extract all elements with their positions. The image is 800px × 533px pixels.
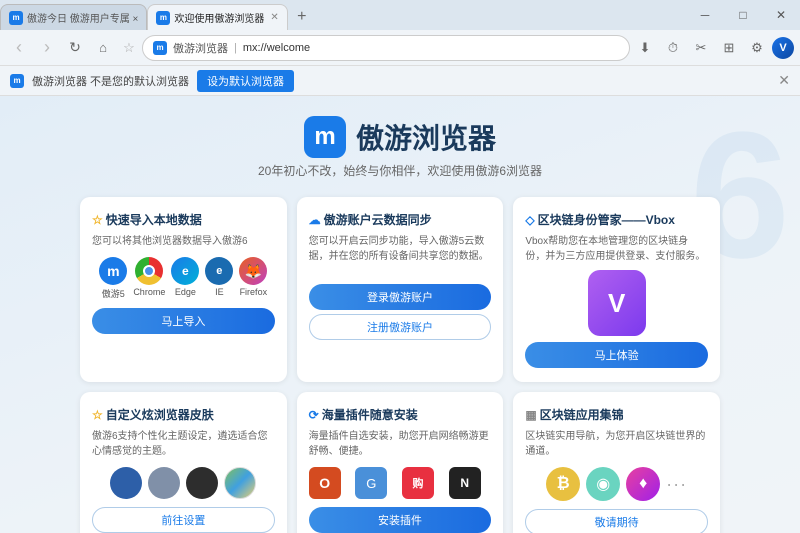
hero-section: m 傲游浏览器 20年初心不改，始终与你相伴，欢迎使用傲游6浏览器 xyxy=(0,96,800,189)
tab1-favicon: m xyxy=(9,11,23,25)
hero-title: 傲游浏览器 xyxy=(356,117,496,157)
browser-firefox: 🦊 Firefox xyxy=(239,257,267,300)
browser-maxthon5: m 傲游5 xyxy=(99,257,127,300)
maximize-button[interactable]: □ xyxy=(724,0,762,30)
browser-notice-icon: m xyxy=(10,74,24,88)
v-logo-icon[interactable]: V xyxy=(772,37,794,59)
tab2-close-icon[interactable]: ✕ xyxy=(270,12,278,23)
cards-grid: ☆ 快速导入本地数据 您可以将其他浏览器数据导入傲游6 m 傲游5 Chrome… xyxy=(60,189,740,533)
plugin-notion: N xyxy=(449,467,481,499)
navigation-bar: ‹ › ↻ ⌂ ☆ m 傲游浏览器 | mx://welcome ⬇ ⏱ ✂ ⊞… xyxy=(0,30,800,66)
settings-icon[interactable]: ⚙ xyxy=(744,35,770,61)
forward-button[interactable]: › xyxy=(34,35,60,61)
vbox-card: ◇ 区块链身份管家——Vbox Vbox帮助您在本地管理您的区块链身份，并为三方… xyxy=(513,197,720,382)
sync-card-title: ☁ 傲游账户云数据同步 xyxy=(309,211,492,228)
vbox-icon: V xyxy=(588,270,646,336)
more-dots: ··· xyxy=(666,474,687,495)
sync-card: ☁ 傲游账户云数据同步 您可以开启云同步功能，导入傲游5云数据，并在您的所有设备… xyxy=(297,197,504,382)
url-separator: | xyxy=(234,42,237,54)
default-browser-toolbar: m 傲游浏览器 不是您的默认浏览器 设为默认浏览器 ✕ xyxy=(0,66,800,96)
plugin-office: O xyxy=(309,467,341,499)
browser-icons-row: m 傲游5 Chrome e Edge e IE xyxy=(92,257,275,300)
skin-blue[interactable] xyxy=(110,467,142,499)
install-plugin-button[interactable]: 安装插件 xyxy=(309,507,492,533)
blockchain-card-desc: 区块链实用导航，为您开启区块链世界的通道。 xyxy=(525,429,708,459)
plugin-icon: ⟳ xyxy=(309,408,319,422)
url-site-name: 傲游浏览器 xyxy=(173,40,228,56)
extensions-icon[interactable]: ⊞ xyxy=(716,35,742,61)
shield-icon: ◇ xyxy=(525,213,534,227)
back-button[interactable]: ‹ xyxy=(6,35,32,61)
minimize-button[interactable]: － xyxy=(686,0,724,30)
paint-icon: ☆ xyxy=(92,408,103,422)
screenshot-icon[interactable]: ✂ xyxy=(688,35,714,61)
import-card: ☆ 快速导入本地数据 您可以将其他浏览器数据导入傲游6 m 傲游5 Chrome… xyxy=(80,197,287,382)
register-account-button[interactable]: 注册傲游账户 xyxy=(309,314,492,340)
close-button[interactable]: ✕ xyxy=(762,0,800,30)
plugin-translate: G xyxy=(355,467,387,499)
vbox-card-title: ◇ 区块链身份管家——Vbox xyxy=(525,211,708,228)
import-card-desc: 您可以将其他浏览器数据导入傲游6 xyxy=(92,234,275,249)
tab1-label: 傲游今日 傲游用户专属 × xyxy=(27,10,138,25)
tab-2[interactable]: m 欢迎使用傲游浏览器 ✕ xyxy=(147,4,287,30)
set-default-button[interactable]: 设为默认浏览器 xyxy=(197,70,294,92)
cloud-icon: ☁ xyxy=(309,213,321,227)
home-button[interactable]: ⌂ xyxy=(90,35,116,61)
skin-landscape[interactable] xyxy=(224,467,256,499)
chain-eth: ◉ xyxy=(586,467,620,501)
browser-chrome: Chrome xyxy=(133,257,165,300)
star-icon: ☆ xyxy=(92,213,103,227)
blockchain-icon: ▦ xyxy=(525,408,536,422)
tab2-favicon: m xyxy=(156,11,170,25)
vbox-card-desc: Vbox帮助您在本地管理您的区块链身份，并为三方应用提供登录、支付服务。 xyxy=(525,234,708,264)
refresh-button[interactable]: ↻ xyxy=(62,35,88,61)
vbox-try-button[interactable]: 马上体验 xyxy=(525,342,708,368)
chain-other: ♦ xyxy=(626,467,660,501)
skin-dark[interactable] xyxy=(186,467,218,499)
bookmark-star-icon[interactable]: ☆ xyxy=(118,37,140,59)
login-account-button[interactable]: 登录傲游账户 xyxy=(309,284,492,310)
default-browser-message: 傲游浏览器 不是您的默认浏览器 xyxy=(32,73,189,89)
plugin-icons-row: O G 购 N xyxy=(309,467,492,499)
browser-edge: e Edge xyxy=(171,257,199,300)
download-icon[interactable]: ⬇ xyxy=(632,35,658,61)
blockchain-coming-button[interactable]: 敬请期待 xyxy=(525,509,708,533)
address-bar[interactable]: m 傲游浏览器 | mx://welcome xyxy=(142,35,630,61)
new-tab-button[interactable]: + xyxy=(288,4,316,30)
url-text: mx://welcome xyxy=(243,42,310,54)
main-content: 6 m 傲游浏览器 20年初心不改，始终与你相伴，欢迎使用傲游6浏览器 ☆ 快速… xyxy=(0,96,800,533)
skin-card: ☆ 自定义炫浏览器皮肤 傲游6支持个性化主题设定，遴选适合您心情感觉的主题。 前… xyxy=(80,392,287,533)
plugins-card-title: ⟳ 海量插件随意安装 xyxy=(309,406,492,423)
hero-logo: m 傲游浏览器 xyxy=(304,116,496,158)
blockchain-card: ▦ 区块链应用集锦 区块链实用导航，为您开启区块链世界的通道。 ₿ ◉ ♦ ··… xyxy=(513,392,720,533)
toolbar-close-icon[interactable]: ✕ xyxy=(778,72,790,89)
import-button[interactable]: 马上导入 xyxy=(92,308,275,334)
blockchain-card-title: ▦ 区块链应用集锦 xyxy=(525,406,708,423)
skin-card-desc: 傲游6支持个性化主题设定，遴选适合您心情感觉的主题。 xyxy=(92,429,275,459)
tab2-label: 欢迎使用傲游浏览器 xyxy=(174,10,264,25)
sync-card-desc: 您可以开启云同步功能，导入傲游5云数据，并在您的所有设备间共享您的数据。 xyxy=(309,234,492,276)
skin-settings-button[interactable]: 前往设置 xyxy=(92,507,275,533)
skin-colors-row xyxy=(92,467,275,499)
plugins-card: ⟳ 海量插件随意安装 海量插件自选安装，助您开启网络畅游更舒畅、便捷。 O G … xyxy=(297,392,504,533)
hero-subtitle: 20年初心不改，始终与你相伴，欢迎使用傲游6浏览器 xyxy=(0,162,800,179)
history-icon[interactable]: ⏱ xyxy=(660,35,686,61)
plugins-card-desc: 海量插件自选安装，助您开启网络畅游更舒畅、便捷。 xyxy=(309,429,492,459)
plugin-shop: 购 xyxy=(402,467,434,499)
blockchain-icons-row: ₿ ◉ ♦ ··· xyxy=(525,467,708,501)
chain-btc: ₿ xyxy=(546,467,580,501)
hero-logo-icon: m xyxy=(304,116,346,158)
skin-card-title: ☆ 自定义炫浏览器皮肤 xyxy=(92,406,275,423)
site-favicon: m xyxy=(153,41,167,55)
import-card-title: ☆ 快速导入本地数据 xyxy=(92,211,275,228)
browser-ie: e IE xyxy=(205,257,233,300)
skin-gray[interactable] xyxy=(148,467,180,499)
tab-1[interactable]: m 傲游今日 傲游用户专属 × xyxy=(0,4,147,30)
